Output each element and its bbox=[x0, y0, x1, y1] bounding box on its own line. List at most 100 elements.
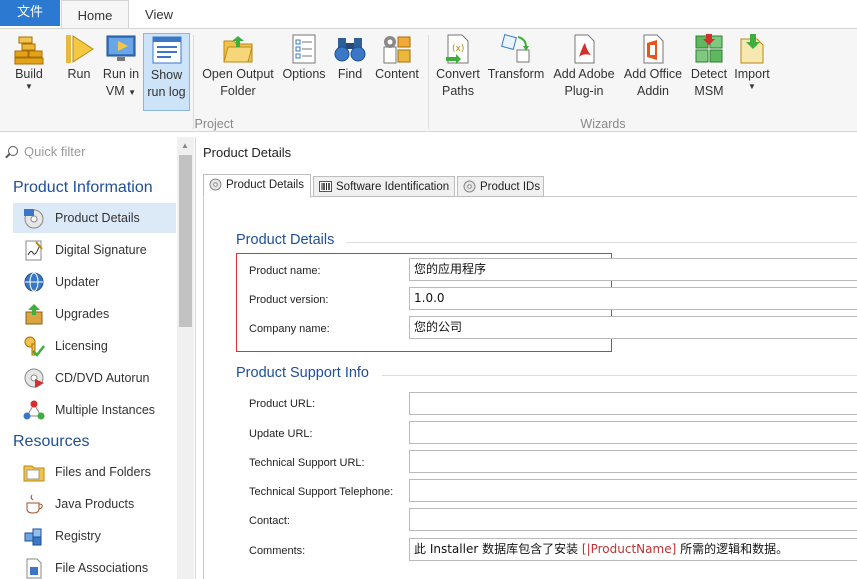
msm-icon bbox=[695, 34, 723, 63]
group-divider bbox=[382, 375, 857, 376]
add-adobe-plugin-button[interactable]: Add Adobe Plug-in bbox=[549, 33, 619, 111]
add-adobe-label-2: Plug-in bbox=[564, 84, 604, 98]
sidebar-item-licensing[interactable]: Licensing bbox=[13, 331, 176, 361]
sidebar-item-registry[interactable]: Registry bbox=[13, 521, 176, 551]
tab-product-ids[interactable]: Product IDs bbox=[457, 176, 544, 197]
product-name-field[interactable]: 您的应用程序 bbox=[409, 258, 857, 281]
page-title: Product Details bbox=[203, 145, 292, 160]
run-in-vm-label-1: Run in bbox=[102, 67, 140, 81]
add-office-addin-button[interactable]: Add Office Addin bbox=[620, 33, 686, 111]
folder-icon bbox=[23, 465, 45, 482]
sidebar-item-label: CD/DVD Autorun bbox=[55, 371, 150, 385]
menu-tab-bar: 文件 Home View bbox=[0, 0, 857, 29]
chevron-down-icon: ▼ bbox=[128, 88, 137, 97]
tab-file[interactable]: 文件 bbox=[0, 0, 60, 26]
company-name-field[interactable]: 您的公司 bbox=[409, 316, 857, 339]
main-panel: Product Details Product Details Software… bbox=[197, 137, 857, 579]
product-details-icon bbox=[209, 178, 222, 191]
options-button[interactable]: Options bbox=[280, 33, 328, 111]
content-button[interactable]: Content bbox=[372, 33, 422, 111]
technical-support-url-field[interactable] bbox=[409, 450, 857, 473]
technical-support-url-label: Technical Support URL: bbox=[249, 457, 365, 469]
build-button[interactable]: Build ▼ bbox=[6, 33, 52, 111]
barcode-icon bbox=[319, 181, 332, 192]
sidebar-item-upgrades[interactable]: Upgrades bbox=[13, 299, 176, 329]
tab-label: Product IDs bbox=[480, 181, 541, 193]
binoculars-icon bbox=[334, 38, 366, 62]
scrollbar-thumb[interactable] bbox=[179, 155, 192, 327]
file-associations-icon bbox=[26, 558, 42, 579]
sidebar-item-product-details[interactable]: Product Details bbox=[13, 203, 176, 233]
product-url-label: Product URL: bbox=[249, 398, 316, 410]
registry-icon bbox=[24, 528, 42, 546]
run-in-vm-button[interactable]: Run in VM ▼ bbox=[100, 33, 142, 111]
import-label: Import bbox=[734, 67, 770, 81]
sidebar-item-label: Java Products bbox=[55, 497, 135, 511]
content-label: Content bbox=[375, 67, 419, 81]
group-product-support-info: Product Support Info bbox=[236, 365, 369, 381]
open-output-label-2: Folder bbox=[220, 84, 256, 98]
product-name-label: Product name: bbox=[249, 265, 321, 277]
sidebar-item-file-associations[interactable]: File Associations bbox=[13, 553, 176, 579]
technical-support-telephone-label: Technical Support Telephone: bbox=[249, 486, 394, 498]
tab-product-details[interactable]: Product Details bbox=[203, 174, 311, 198]
sidebar-item-cd-dvd-autorun[interactable]: CD/DVD Autorun bbox=[13, 363, 176, 393]
import-icon bbox=[740, 34, 764, 64]
add-adobe-label-1: Add Adobe bbox=[553, 67, 615, 81]
convert-paths-icon: (x) bbox=[446, 34, 469, 64]
comments-field[interactable]: 此 Installer 数据库包含了安装 [|ProductName] 所需的逻… bbox=[409, 538, 857, 561]
svg-text:(x): (x) bbox=[452, 44, 464, 54]
add-office-label-2: Addin bbox=[637, 84, 669, 98]
sidebar: Quick filter ▲ Product Information Produ… bbox=[0, 137, 196, 579]
company-name-label: Company name: bbox=[249, 323, 330, 335]
content-icon bbox=[383, 36, 411, 64]
tab-label: Software Identification bbox=[336, 181, 450, 193]
open-output-folder-button[interactable]: Open Output Folder bbox=[198, 33, 278, 111]
detect-msm-button[interactable]: Detect MSM bbox=[688, 33, 730, 111]
options-icon bbox=[292, 34, 316, 64]
import-button[interactable]: Import ▼ bbox=[730, 33, 774, 111]
transform-icon bbox=[501, 34, 530, 63]
app-window: 文件 Home View Build ▼ Run Run in VM ▼ Sho… bbox=[0, 0, 857, 579]
sidebar-item-java-products[interactable]: Java Products bbox=[13, 489, 176, 519]
pdf-icon bbox=[574, 34, 595, 64]
run-label: Run bbox=[67, 67, 91, 81]
tab-software-identification[interactable]: Software Identification bbox=[313, 176, 455, 197]
open-output-label-1: Open Output bbox=[202, 67, 274, 81]
technical-support-telephone-field[interactable] bbox=[409, 479, 857, 502]
update-url-field[interactable] bbox=[409, 421, 857, 444]
office-icon bbox=[643, 34, 664, 64]
product-version-field[interactable]: 1.0.0 bbox=[409, 287, 857, 310]
show-run-log-label-1: Show bbox=[150, 68, 183, 82]
show-run-log-label-2: run log bbox=[147, 85, 186, 99]
sidebar-scrollbar[interactable]: ▲ bbox=[177, 137, 194, 579]
detect-msm-label-2: MSM bbox=[694, 84, 724, 98]
update-url-label: Update URL: bbox=[249, 428, 313, 440]
product-url-field[interactable] bbox=[409, 392, 857, 415]
group-label-wizards: Wizards bbox=[580, 117, 626, 131]
find-button[interactable]: Find bbox=[333, 33, 367, 111]
contact-field[interactable] bbox=[409, 508, 857, 531]
transform-button[interactable]: Transform bbox=[485, 33, 547, 111]
quick-filter-input[interactable]: Quick filter bbox=[4, 140, 176, 164]
run-button[interactable]: Run bbox=[60, 33, 98, 111]
sidebar-item-label: Multiple Instances bbox=[55, 403, 156, 417]
search-icon bbox=[8, 146, 18, 156]
bricks-icon bbox=[14, 36, 44, 65]
tab-view[interactable]: View bbox=[135, 0, 183, 29]
upgrades-icon bbox=[25, 304, 43, 325]
convert-paths-button[interactable]: (x) Convert Paths bbox=[433, 33, 483, 111]
options-label: Options bbox=[282, 67, 326, 81]
java-icon bbox=[26, 494, 43, 514]
sidebar-item-updater[interactable]: Updater bbox=[13, 267, 176, 297]
sidebar-item-digital-signature[interactable]: Digital Signature bbox=[13, 235, 176, 265]
show-run-log-button[interactable]: Show run log bbox=[143, 33, 190, 111]
scroll-up-icon[interactable]: ▲ bbox=[181, 141, 189, 150]
group-divider bbox=[346, 242, 857, 243]
log-icon bbox=[152, 36, 181, 64]
sidebar-item-files-and-folders[interactable]: Files and Folders bbox=[13, 457, 176, 487]
sidebar-item-multiple-instances[interactable]: Multiple Instances bbox=[13, 395, 176, 425]
chevron-down-icon: ▼ bbox=[25, 82, 33, 91]
sidebar-item-label: Updater bbox=[55, 275, 100, 289]
tab-home[interactable]: Home bbox=[61, 0, 129, 29]
